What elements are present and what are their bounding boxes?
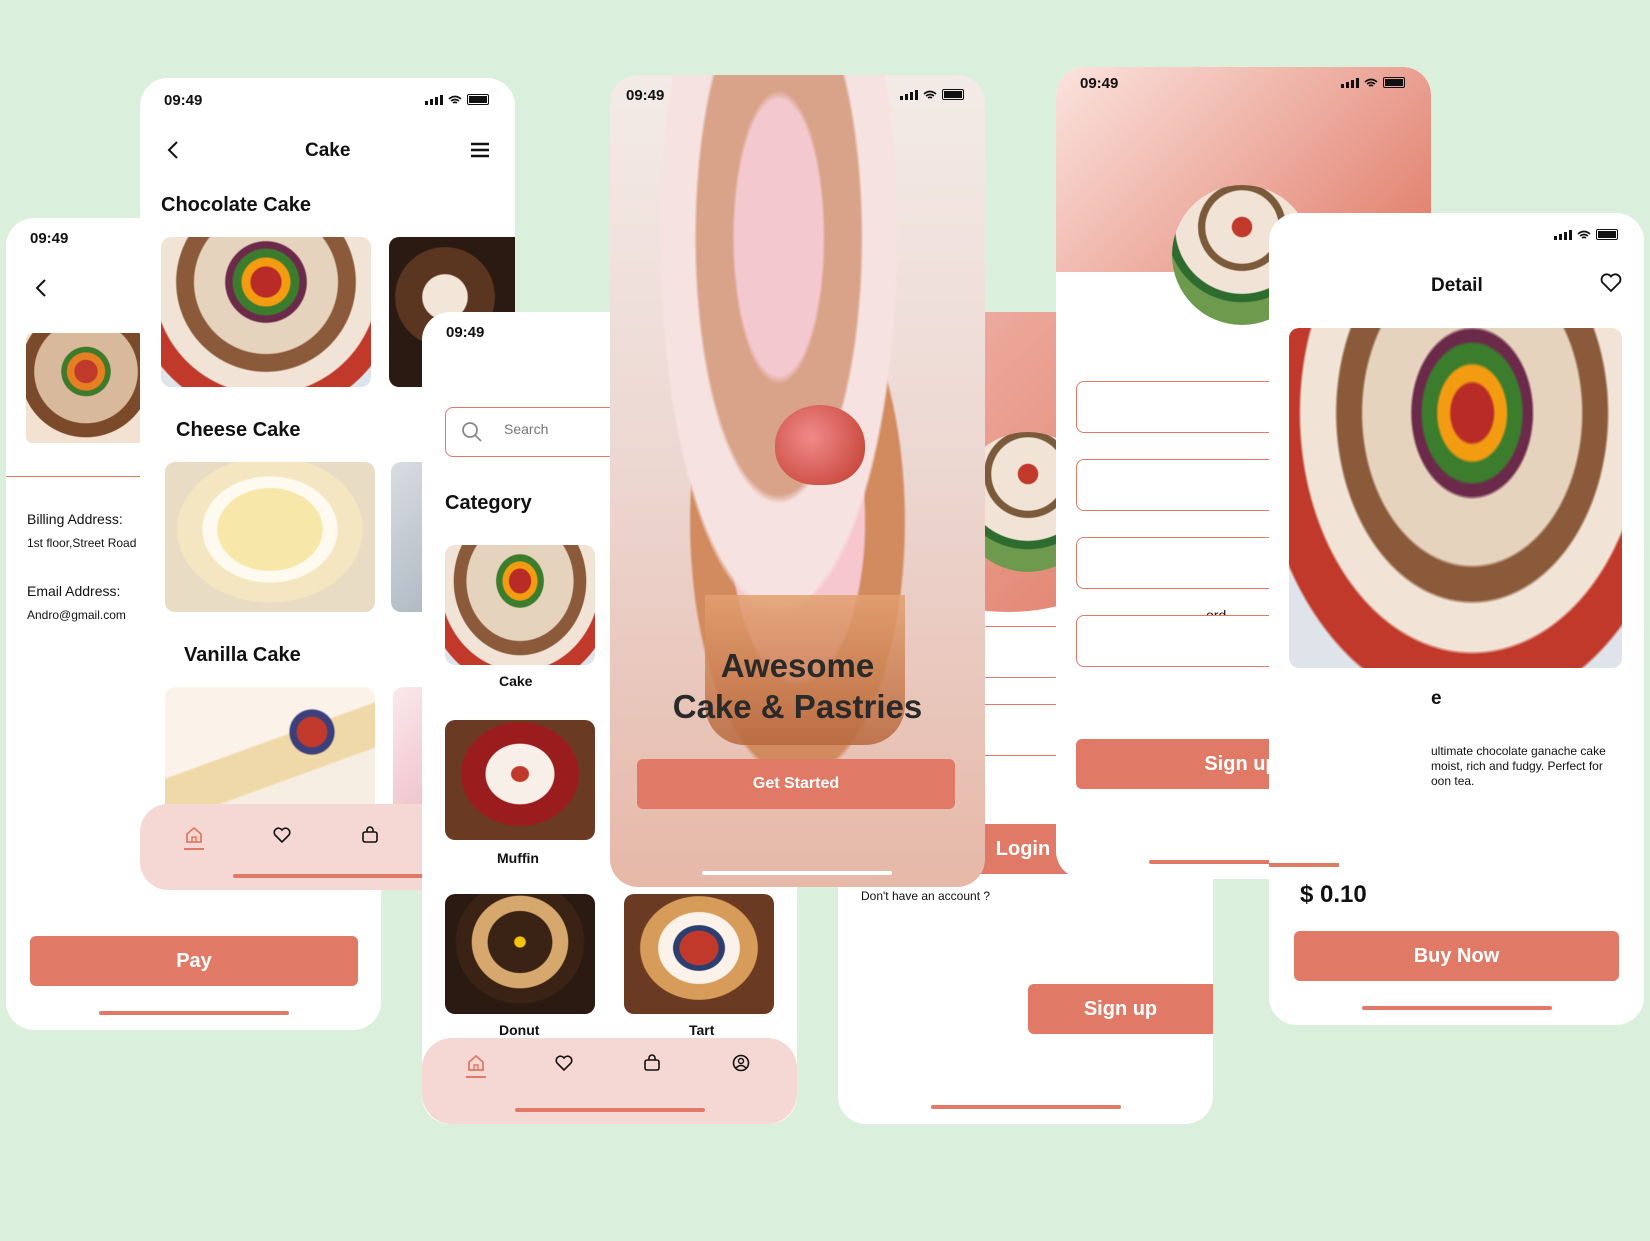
page-title: Cake: [305, 140, 351, 161]
signal-icon: [900, 89, 918, 100]
home-indicator: [99, 1011, 289, 1015]
home-indicator: [1362, 1006, 1552, 1010]
battery-icon: [1596, 229, 1618, 240]
back-arrow-icon[interactable]: [166, 140, 180, 160]
status-icons: [1554, 229, 1618, 240]
home-indicator: [515, 1108, 705, 1112]
page-title: Detail: [1431, 275, 1483, 296]
home-icon[interactable]: [467, 1054, 485, 1072]
product-image: [1289, 328, 1622, 668]
detail-screen: Detail e ultimate chocolate ganache cake…: [1269, 213, 1644, 1025]
status-icons: [900, 89, 964, 100]
hero-strawberry: [775, 405, 865, 485]
battery-icon: [1383, 77, 1405, 88]
section-chocolate-cake: Chocolate Cake: [161, 194, 312, 216]
headline-line1: Awesome: [720, 647, 875, 684]
heart-icon[interactable]: [273, 826, 291, 844]
search-icon: [462, 422, 482, 442]
chocolate-cake-image[interactable]: [161, 237, 371, 387]
email-address-label: Email Address:: [27, 583, 121, 599]
category-heading: Category: [445, 492, 532, 514]
wifi-icon: [1364, 78, 1378, 87]
wifi-icon: [448, 95, 462, 104]
status-time: 09:49: [626, 87, 665, 104]
headline-line2: Cake & Pastries: [672, 688, 923, 725]
signal-icon: [1341, 77, 1359, 88]
email-address-value: Andro@gmail.com: [27, 608, 126, 622]
category-cake-label: Cake: [499, 673, 533, 689]
back-arrow-icon[interactable]: [34, 278, 48, 298]
signal-icon: [425, 94, 443, 105]
signal-icon: [1554, 229, 1572, 240]
billing-address-label: Billing Address:: [27, 511, 123, 527]
home-indicator: [233, 874, 423, 878]
menu-icon[interactable]: [471, 142, 489, 158]
signup-link-button[interactable]: Sign up: [1028, 984, 1213, 1034]
category-tart-image[interactable]: [624, 894, 774, 1014]
wifi-icon: [923, 90, 937, 99]
status-time: 09:49: [1080, 75, 1119, 92]
billing-address-value: 1st floor,Street Road: [27, 536, 137, 550]
battery-icon: [467, 94, 489, 105]
home-active-indicator: [184, 848, 204, 850]
status-icons: [425, 94, 489, 105]
cart-item-image: [26, 333, 146, 443]
cheese-cake-image[interactable]: [165, 462, 375, 612]
product-name: e: [1431, 688, 1442, 709]
battery-icon: [942, 89, 964, 100]
divider: [1269, 863, 1339, 867]
favorite-heart-icon[interactable]: [1600, 273, 1622, 293]
wifi-icon: [1577, 230, 1591, 239]
home-active-indicator: [466, 1076, 486, 1078]
signup-screen-overlay-edge: [1214, 350, 1215, 351]
section-vanilla-cake: Vanilla Cake: [184, 644, 301, 666]
home-indicator: [931, 1105, 1121, 1109]
get-started-button[interactable]: Get Started: [637, 759, 955, 809]
profile-icon[interactable]: [732, 1054, 750, 1072]
buy-now-button[interactable]: Buy Now: [1294, 931, 1619, 981]
status-time: 09:49: [164, 92, 203, 109]
home-icon[interactable]: [185, 826, 203, 844]
category-donut-label: Donut: [499, 1022, 540, 1038]
welcome-screen: 09:49 Awesome Cake & Pastries Get Starte…: [610, 75, 985, 887]
status-icons: [1341, 77, 1405, 88]
heart-icon[interactable]: [555, 1054, 573, 1072]
shopping-bag-icon[interactable]: [643, 1054, 661, 1072]
pay-button[interactable]: Pay: [30, 936, 358, 986]
category-cake-image[interactable]: [445, 545, 595, 665]
shopping-bag-icon[interactable]: [361, 826, 379, 844]
category-muffin-image[interactable]: [445, 720, 595, 840]
category-tart-label: Tart: [689, 1022, 715, 1038]
product-price: $ 0.10: [1300, 881, 1367, 908]
section-cheese-cake: Cheese Cake: [176, 419, 301, 441]
divider: [6, 476, 146, 477]
no-account-text: Don't have an account ?: [861, 889, 991, 903]
category-muffin-label: Muffin: [497, 850, 539, 866]
status-time: 09:49: [30, 230, 69, 247]
category-donut-image[interactable]: [445, 894, 595, 1014]
status-time: 09:49: [446, 324, 485, 341]
bottom-nav: [422, 1038, 797, 1124]
product-description: ultimate chocolate ganache cake moist, r…: [1431, 744, 1606, 788]
home-indicator: [702, 871, 892, 875]
